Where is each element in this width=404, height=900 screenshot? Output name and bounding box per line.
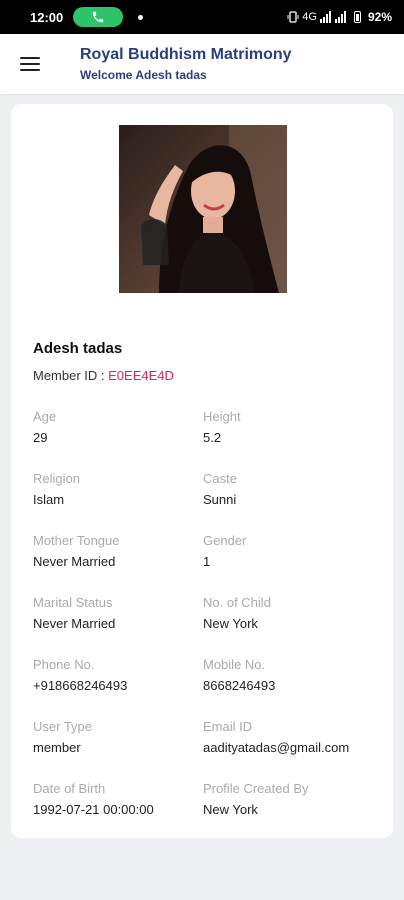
signal-icon (319, 11, 331, 23)
age-label: Age (33, 409, 57, 424)
age-value: 29 (33, 430, 48, 445)
phone-label: Phone No. (33, 657, 95, 672)
hamburger-icon (20, 57, 40, 59)
height-value: 5.2 (203, 430, 222, 445)
welcome-text: Welcome Adesh tadas (80, 68, 207, 82)
mother-tongue-label: Mother Tongue (33, 533, 120, 548)
status-bar: 12:00 4G 92% (0, 0, 404, 34)
status-icons: 4G 92% (287, 0, 392, 34)
phone-icon (93, 11, 104, 23)
profile-photo-image (119, 125, 287, 293)
dob-label: Date of Birth (33, 781, 106, 796)
dob-value: 1992-07-21 00:00:00 (33, 802, 154, 817)
ongoing-call-pill[interactable] (73, 7, 124, 27)
profile-photo[interactable] (119, 125, 287, 293)
profile-created-by-value: New York (203, 802, 258, 817)
vibrate-icon (287, 11, 299, 23)
religion-value: Islam (33, 492, 65, 507)
marital-status-value: Never Married (33, 616, 116, 631)
battery-percent: 92% (367, 10, 392, 24)
user-type-value: member (33, 740, 81, 755)
profile-card: Adesh tadas Member ID : E0EE4E4D Age 29 … (11, 104, 393, 838)
signal-icon-2 (334, 11, 346, 23)
no-of-child-value: New York (203, 616, 258, 631)
member-id-row: Member ID : E0EE4E4D (33, 368, 174, 383)
gender-value: 1 (203, 554, 211, 569)
notification-dot (138, 14, 144, 20)
mobile-label: Mobile No. (203, 657, 266, 672)
profile-name: Adesh tadas (33, 340, 123, 357)
caste-label: Caste (203, 471, 237, 486)
member-id-label: Member ID : (33, 368, 109, 383)
user-type-label: User Type (33, 719, 93, 734)
marital-status-label: Marital Status (33, 595, 113, 610)
height-label: Height (203, 409, 241, 424)
religion-label: Religion (33, 471, 80, 486)
app-bar: Royal Buddhism Matrimony Welcome Adesh t… (0, 34, 404, 94)
email-label: Email ID (203, 719, 253, 734)
member-id-value: E0EE4E4D (108, 368, 174, 383)
caste-value: Sunni (203, 492, 237, 507)
profile-created-by-label: Profile Created By (203, 781, 309, 796)
network-type: 4G (302, 11, 317, 23)
mobile-value: 8668246493 (203, 678, 276, 693)
menu-button[interactable] (8, 42, 52, 86)
app-title: Royal Buddhism Matrimony (80, 46, 292, 63)
mother-tongue-value: Never Married (33, 554, 116, 569)
phone-value: +918668246493 (33, 678, 128, 693)
app-titles: Royal Buddhism Matrimony Welcome Adesh t… (80, 46, 292, 82)
battery-icon (353, 11, 361, 23)
status-time: 12:00 (30, 9, 64, 25)
gender-label: Gender (203, 533, 247, 548)
no-of-child-label: No. of Child (203, 595, 271, 610)
email-value: aadityatadas@gmail.com (203, 740, 350, 755)
